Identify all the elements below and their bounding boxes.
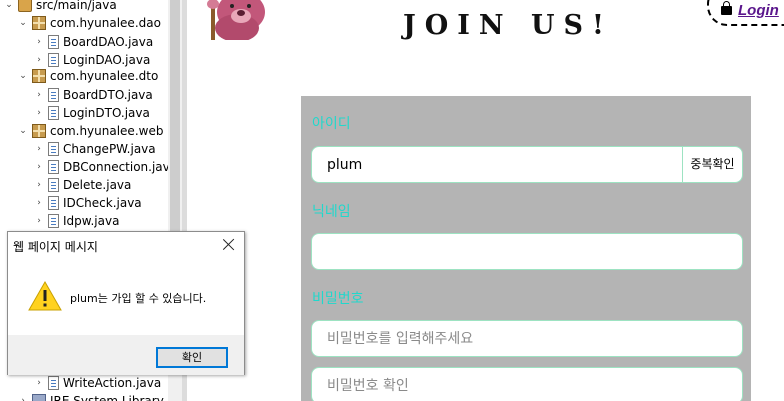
chevron-right-icon[interactable]: › [34,374,44,392]
tree-item-file[interactable]: › BoardDAO.java [34,33,153,51]
ok-button[interactable]: 확인 [156,347,228,368]
password-label: 비밀번호 [312,291,364,307]
tree-item-file[interactable]: › LoginDTO.java [34,104,150,122]
tree-item-package-web[interactable]: ⌄ com.hyunalee.web [18,122,163,140]
chevron-down-icon[interactable]: ⌄ [18,67,28,85]
java-file-icon [48,160,59,174]
java-file-icon [48,35,59,49]
chevron-right-icon[interactable]: › [34,176,44,194]
tree-item-package-dto[interactable]: ⌄ com.hyunalee.dto [18,67,158,85]
tree-item-file[interactable]: › BoardDTO.java [34,86,153,104]
id-input[interactable] [311,146,683,183]
tree-item-package-dao[interactable]: ⌄ com.hyunalee.dao [18,14,161,32]
page-title: JOIN US! [403,10,613,41]
chevron-right-icon[interactable]: › [34,194,44,212]
java-file-icon [48,214,59,228]
tree-item-file[interactable]: › Idpw.java [34,212,119,230]
tree-item-src-main-java[interactable]: ⌄ src/main/java [4,0,117,14]
java-file-icon [48,196,59,210]
tree-item-label: Idpw.java [63,214,120,228]
tree-item-label: LoginDTO.java [63,106,150,120]
tree-item-jre-library[interactable]: › JRE System Library [Jav [18,392,168,401]
dialog-title: 웹 페이지 메시지 [13,240,98,254]
java-file-icon [48,53,59,67]
chevron-right-icon[interactable]: › [34,86,44,104]
password-confirm-input[interactable] [311,367,743,401]
tree-item-file[interactable]: › DBConnection.java [34,158,168,176]
duplicate-check-button[interactable]: 중복확인 [682,146,743,183]
tree-item-label: IDCheck.java [63,196,142,210]
chevron-down-icon[interactable]: ⌄ [18,122,28,140]
java-file-icon [48,106,59,120]
library-icon [32,394,46,401]
tree-item-label: BoardDAO.java [63,35,154,49]
tree-item-label: WriteAction.java [63,376,162,390]
tree-item-label: ChangePW.java [63,142,156,156]
tree-item-label: DBConnection.java [63,160,168,174]
tree-item-label: com.hyunalee.web [50,124,164,138]
bear-mascot-image [207,0,265,40]
java-file-icon [48,376,59,390]
password-input[interactable] [311,320,743,357]
tree-item-file[interactable]: › WriteAction.java [34,374,161,392]
source-folder-icon [18,0,32,12]
tree-item-file[interactable]: › IDCheck.java [34,194,142,212]
tree-item-file[interactable]: › Delete.java [34,176,131,194]
package-icon [32,16,46,30]
chevron-right-icon[interactable]: › [18,392,28,401]
tree-item-label: com.hyunalee.dto [50,69,159,83]
chevron-right-icon[interactable]: › [34,158,44,176]
chevron-right-icon[interactable]: › [34,140,44,158]
tree-item-label: Delete.java [63,178,132,192]
package-icon [32,69,46,83]
dialog-footer: 확인 [8,335,244,375]
web-page: JOIN US! Login 아이디 중복확인 닉네임 비밀번호 [187,0,784,401]
chevron-right-icon[interactable]: › [34,33,44,51]
nickname-input[interactable] [311,233,743,270]
login-box: Login [707,0,784,26]
java-file-icon [48,88,59,102]
warning-icon [28,281,62,311]
java-file-icon [48,142,59,156]
close-icon[interactable] [221,237,237,253]
lock-icon [721,1,732,15]
chevron-down-icon[interactable]: ⌄ [4,0,14,14]
chevron-right-icon[interactable]: › [34,212,44,230]
join-form: 아이디 중복확인 닉네임 비밀번호 [301,96,751,401]
chevron-down-icon[interactable]: ⌄ [18,14,28,32]
alert-dialog: 웹 페이지 메시지 plum는 가입 할 수 있습니다. 확인 [7,231,245,375]
package-icon [32,124,46,138]
login-link[interactable]: Login [738,2,779,19]
id-label: 아이디 [312,116,351,132]
tree-item-label: src/main/java [36,0,117,12]
dialog-message: plum는 가입 할 수 있습니다. [70,292,207,305]
tree-item-label: com.hyunalee.dao [50,16,161,30]
nickname-label: 닉네임 [312,204,351,220]
chevron-right-icon[interactable]: › [34,104,44,122]
java-file-icon [48,178,59,192]
tree-item-label: JRE System Library [Jav [50,394,168,401]
tree-item-label: BoardDTO.java [63,88,153,102]
tree-item-file[interactable]: › ChangePW.java [34,140,156,158]
